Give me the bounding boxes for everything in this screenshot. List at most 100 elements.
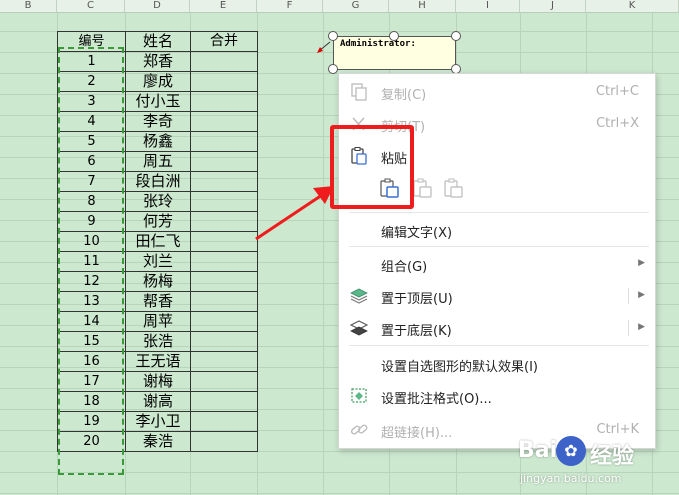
comment-box[interactable]: Administrator: — [333, 36, 456, 70]
cell-merge[interactable] — [190, 131, 258, 152]
cell-name[interactable]: 田仁飞 — [125, 231, 191, 252]
cell-merge[interactable] — [190, 151, 258, 172]
cell-number[interactable]: 8 — [57, 191, 126, 212]
cell-number[interactable]: 19 — [57, 411, 126, 432]
cell-name[interactable]: 张浩 — [125, 331, 191, 352]
cell-name[interactable]: 周五 — [125, 151, 191, 172]
cell-merge[interactable] — [190, 191, 258, 212]
cell-name[interactable]: 张玲 — [125, 191, 191, 212]
paste-values-icon[interactable] — [412, 178, 434, 200]
cell-merge[interactable] — [190, 211, 258, 232]
cell-merge[interactable] — [190, 431, 258, 452]
cell-name[interactable]: 刘兰 — [125, 251, 191, 272]
cell-merge[interactable] — [190, 271, 258, 292]
cell-number[interactable]: 4 — [57, 111, 126, 132]
cell-name[interactable]: 何芳 — [125, 211, 191, 232]
menu-item-format-comment[interactable]: 设置批注格式(O)... — [339, 382, 655, 410]
cell-number[interactable]: 17 — [57, 371, 126, 392]
cell-number[interactable]: 10 — [57, 231, 126, 252]
cell-name[interactable]: 谢高 — [125, 391, 191, 412]
column-header-g[interactable]: G — [323, 0, 389, 12]
cell-merge[interactable] — [190, 391, 258, 412]
cell-merge[interactable] — [190, 91, 258, 112]
cell-name[interactable]: 周苹 — [125, 311, 191, 332]
cell-merge[interactable] — [190, 111, 258, 132]
cell-merge[interactable] — [190, 171, 258, 192]
cell-name[interactable]: 付小玉 — [125, 91, 191, 112]
cell-number[interactable]: 14 — [57, 311, 126, 332]
cell-name[interactable]: 郑香 — [125, 51, 191, 72]
column-header-e[interactable]: E — [190, 0, 257, 12]
menu-shortcut: Ctrl+X — [596, 116, 639, 131]
cell-number[interactable]: 1 — [57, 51, 126, 72]
column-header-d[interactable]: D — [125, 0, 190, 12]
column-header-i[interactable]: I — [456, 0, 520, 12]
paste-picture-icon[interactable] — [443, 178, 465, 200]
cell-number[interactable]: 16 — [57, 351, 126, 372]
menu-label: 置于顶层(U) — [381, 292, 453, 307]
cell-name[interactable]: 王无语 — [125, 351, 191, 372]
cell-name[interactable]: 李奇 — [125, 111, 191, 132]
table-row: 13 帮香 — [57, 291, 258, 312]
table-row: 16 王无语 — [57, 351, 258, 372]
cell-merge[interactable] — [190, 351, 258, 372]
menu-item-bring-to-front[interactable]: 置于顶层(U) ▶ — [339, 282, 655, 310]
cell-name[interactable]: 廖成 — [125, 71, 191, 92]
menu-item-edit-text[interactable]: 编辑文字(X) — [339, 216, 655, 244]
cell-merge[interactable] — [190, 411, 258, 432]
cell-name[interactable]: 帮香 — [125, 291, 191, 312]
cell-number[interactable]: 7 — [57, 171, 126, 192]
watermark: Bai ✿ 经验 jingyan.baidu.com — [518, 430, 678, 492]
cell-name[interactable]: 杨鑫 — [125, 131, 191, 152]
cell-number[interactable]: 2 — [57, 71, 126, 92]
column-header-h[interactable]: H — [389, 0, 456, 12]
table-row: 19 李小卫 — [57, 411, 258, 432]
cell-number[interactable]: 3 — [57, 91, 126, 112]
header-name[interactable]: 姓名 — [125, 31, 191, 52]
column-header-j[interactable]: J — [520, 0, 586, 12]
cell-name[interactable]: 段白洲 — [125, 171, 191, 192]
menu-item-group[interactable]: 组合(G) ▶ — [339, 250, 655, 278]
cell-merge[interactable] — [190, 331, 258, 352]
resize-handle[interactable] — [451, 31, 461, 41]
cell-merge[interactable] — [190, 291, 258, 312]
cell-number[interactable]: 20 — [57, 431, 126, 452]
table-header-row: 编号 姓名 合并 — [57, 31, 258, 52]
column-header-f[interactable]: F — [257, 0, 323, 12]
cell-name[interactable]: 秦浩 — [125, 431, 191, 452]
column-header-b[interactable]: B — [0, 0, 57, 12]
cell-number[interactable]: 15 — [57, 331, 126, 352]
header-number[interactable]: 编号 — [57, 31, 126, 52]
cell-number[interactable]: 12 — [57, 271, 126, 292]
menu-item-default-shape-effect[interactable]: 设置自选图形的默认效果(I) — [339, 350, 655, 378]
column-header-c[interactable]: C — [57, 0, 125, 12]
menu-separator — [349, 345, 649, 346]
cell-merge[interactable] — [190, 231, 258, 252]
header-merge[interactable]: 合并 — [190, 31, 258, 52]
cell-number[interactable]: 11 — [57, 251, 126, 272]
cell-name[interactable]: 杨梅 — [125, 271, 191, 292]
cell-merge[interactable] — [190, 371, 258, 392]
resize-handle[interactable] — [328, 64, 338, 74]
cell-number[interactable]: 18 — [57, 391, 126, 412]
send-to-back-icon — [349, 320, 369, 336]
menu-item-send-to-back[interactable]: 置于底层(K) ▶ — [339, 314, 655, 342]
highlight-annotation-box — [330, 125, 414, 209]
resize-handle[interactable] — [389, 31, 399, 41]
table-row: 10 田仁飞 — [57, 231, 258, 252]
menu-label: 置于底层(K) — [381, 324, 452, 339]
cell-merge[interactable] — [190, 251, 258, 272]
cell-name[interactable]: 谢梅 — [125, 371, 191, 392]
cell-merge[interactable] — [190, 51, 258, 72]
table-row: 6 周五 — [57, 151, 258, 172]
cell-number[interactable]: 9 — [57, 211, 126, 232]
column-header-k[interactable]: K — [586, 0, 679, 12]
table-row: 2 廖成 — [57, 71, 258, 92]
cell-number[interactable]: 6 — [57, 151, 126, 172]
menu-item-copy[interactable]: 复制(C) Ctrl+C — [339, 78, 655, 106]
cell-number[interactable]: 5 — [57, 131, 126, 152]
cell-merge[interactable] — [190, 311, 258, 332]
cell-name[interactable]: 李小卫 — [125, 411, 191, 432]
cell-merge[interactable] — [190, 71, 258, 92]
cell-number[interactable]: 13 — [57, 291, 126, 312]
